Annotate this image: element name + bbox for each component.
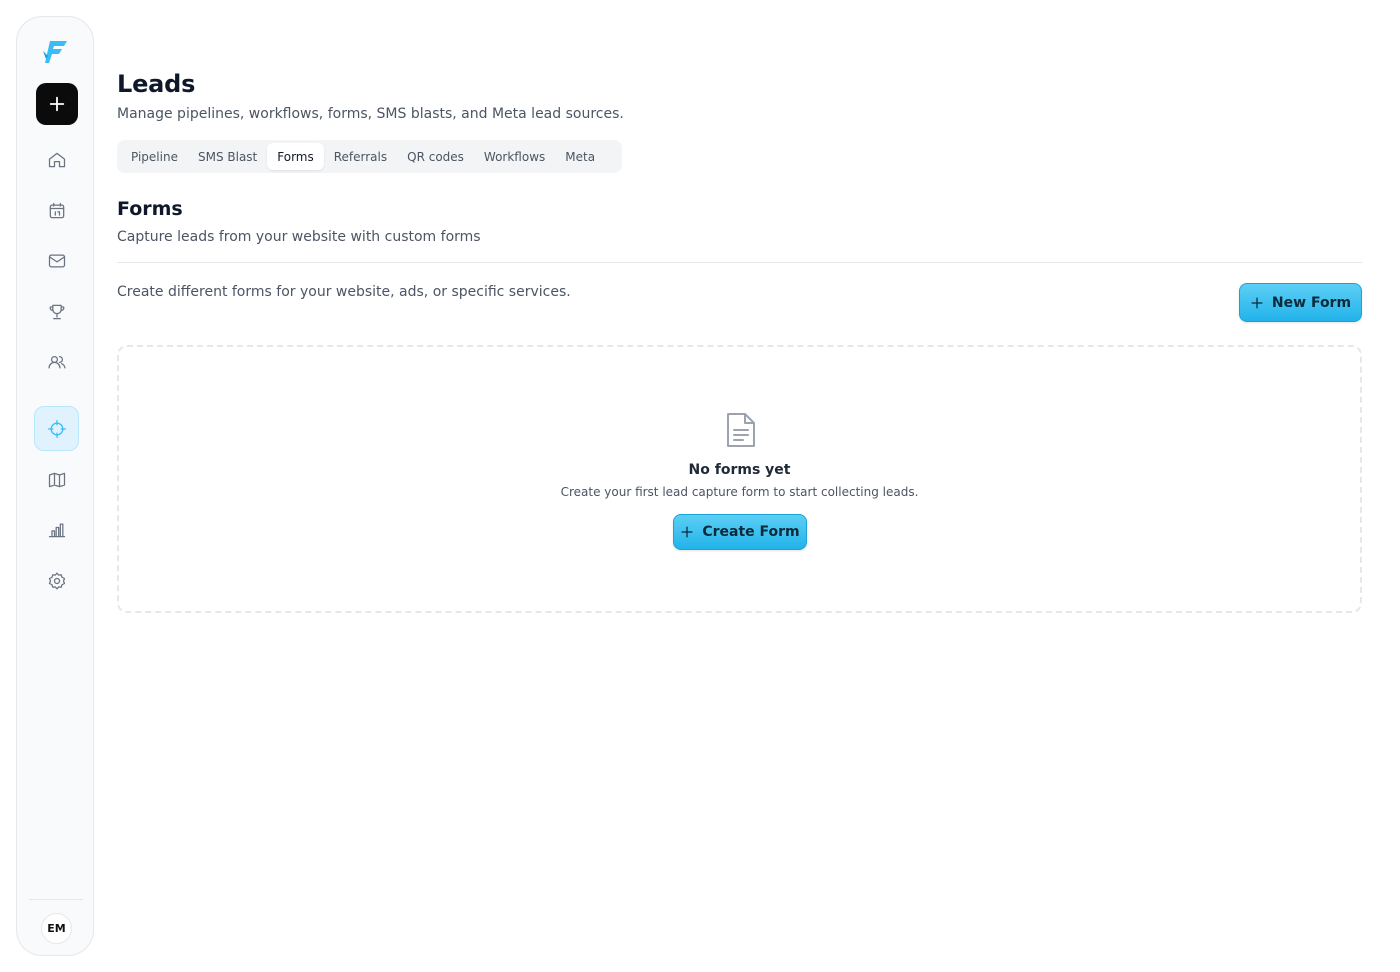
document-icon — [727, 413, 755, 447]
create-form-label: Create Form — [702, 524, 800, 540]
sidebar-item-contacts[interactable] — [34, 339, 79, 384]
gear-icon — [48, 571, 65, 590]
crosshair-icon — [47, 419, 66, 438]
tab-pipeline[interactable]: Pipeline — [121, 143, 188, 170]
new-form-button[interactable]: New Form — [1239, 283, 1362, 322]
users-icon — [47, 355, 66, 368]
tab-qr-codes[interactable]: QR codes — [397, 143, 474, 170]
section-divider — [117, 262, 1362, 263]
section-subtitle: Capture leads from your website with cus… — [117, 229, 481, 245]
sidebar-item-rewards[interactable] — [34, 289, 79, 334]
section-title: Forms — [117, 198, 183, 220]
tab-meta[interactable]: Meta — [555, 143, 605, 170]
sidebar-item-settings[interactable] — [34, 558, 79, 603]
brand-logo[interactable] — [40, 35, 72, 67]
sidebar-divider — [29, 899, 83, 900]
empty-state-title: No forms yet — [688, 462, 791, 478]
forms-description: Create different forms for your website,… — [117, 284, 571, 300]
plus-icon — [1251, 296, 1263, 309]
home-icon — [48, 152, 65, 167]
empty-state: No forms yet Create your first lead capt… — [117, 345, 1362, 613]
new-form-label: New Form — [1271, 294, 1352, 311]
tab-sms-blast[interactable]: SMS Blast — [188, 143, 267, 170]
sidebar-item-calendar[interactable] — [34, 188, 79, 233]
tab-workflows[interactable]: Workflows — [474, 143, 555, 170]
sidebar-item-inbox[interactable] — [34, 238, 79, 283]
tab-forms[interactable]: Forms — [267, 143, 324, 170]
bar-chart-icon — [48, 523, 65, 537]
create-form-button[interactable]: Create Form — [673, 514, 807, 550]
mail-icon — [48, 254, 65, 267]
create-new-button[interactable] — [36, 83, 78, 125]
leads-tabs: Pipeline SMS Blast Forms Referrals QR co… — [117, 140, 622, 173]
page-subtitle: Manage pipelines, workflows, forms, SMS … — [117, 106, 624, 122]
empty-state-text: Create your first lead capture form to s… — [560, 485, 919, 499]
page-title: Leads — [117, 70, 196, 98]
plus-icon — [49, 96, 65, 112]
trophy-icon — [49, 304, 64, 319]
sidebar-item-map[interactable] — [34, 457, 79, 502]
user-avatar[interactable]: EM — [41, 913, 72, 944]
sidebar-item-reports[interactable] — [34, 507, 79, 552]
plus-icon — [681, 526, 693, 538]
sidebar-item-home[interactable] — [34, 137, 79, 182]
sidebar-item-leads[interactable] — [34, 406, 79, 451]
tab-referrals[interactable]: Referrals — [324, 143, 397, 170]
calendar-icon — [49, 202, 64, 218]
map-icon — [48, 472, 65, 487]
sidebar: EM — [16, 16, 94, 956]
